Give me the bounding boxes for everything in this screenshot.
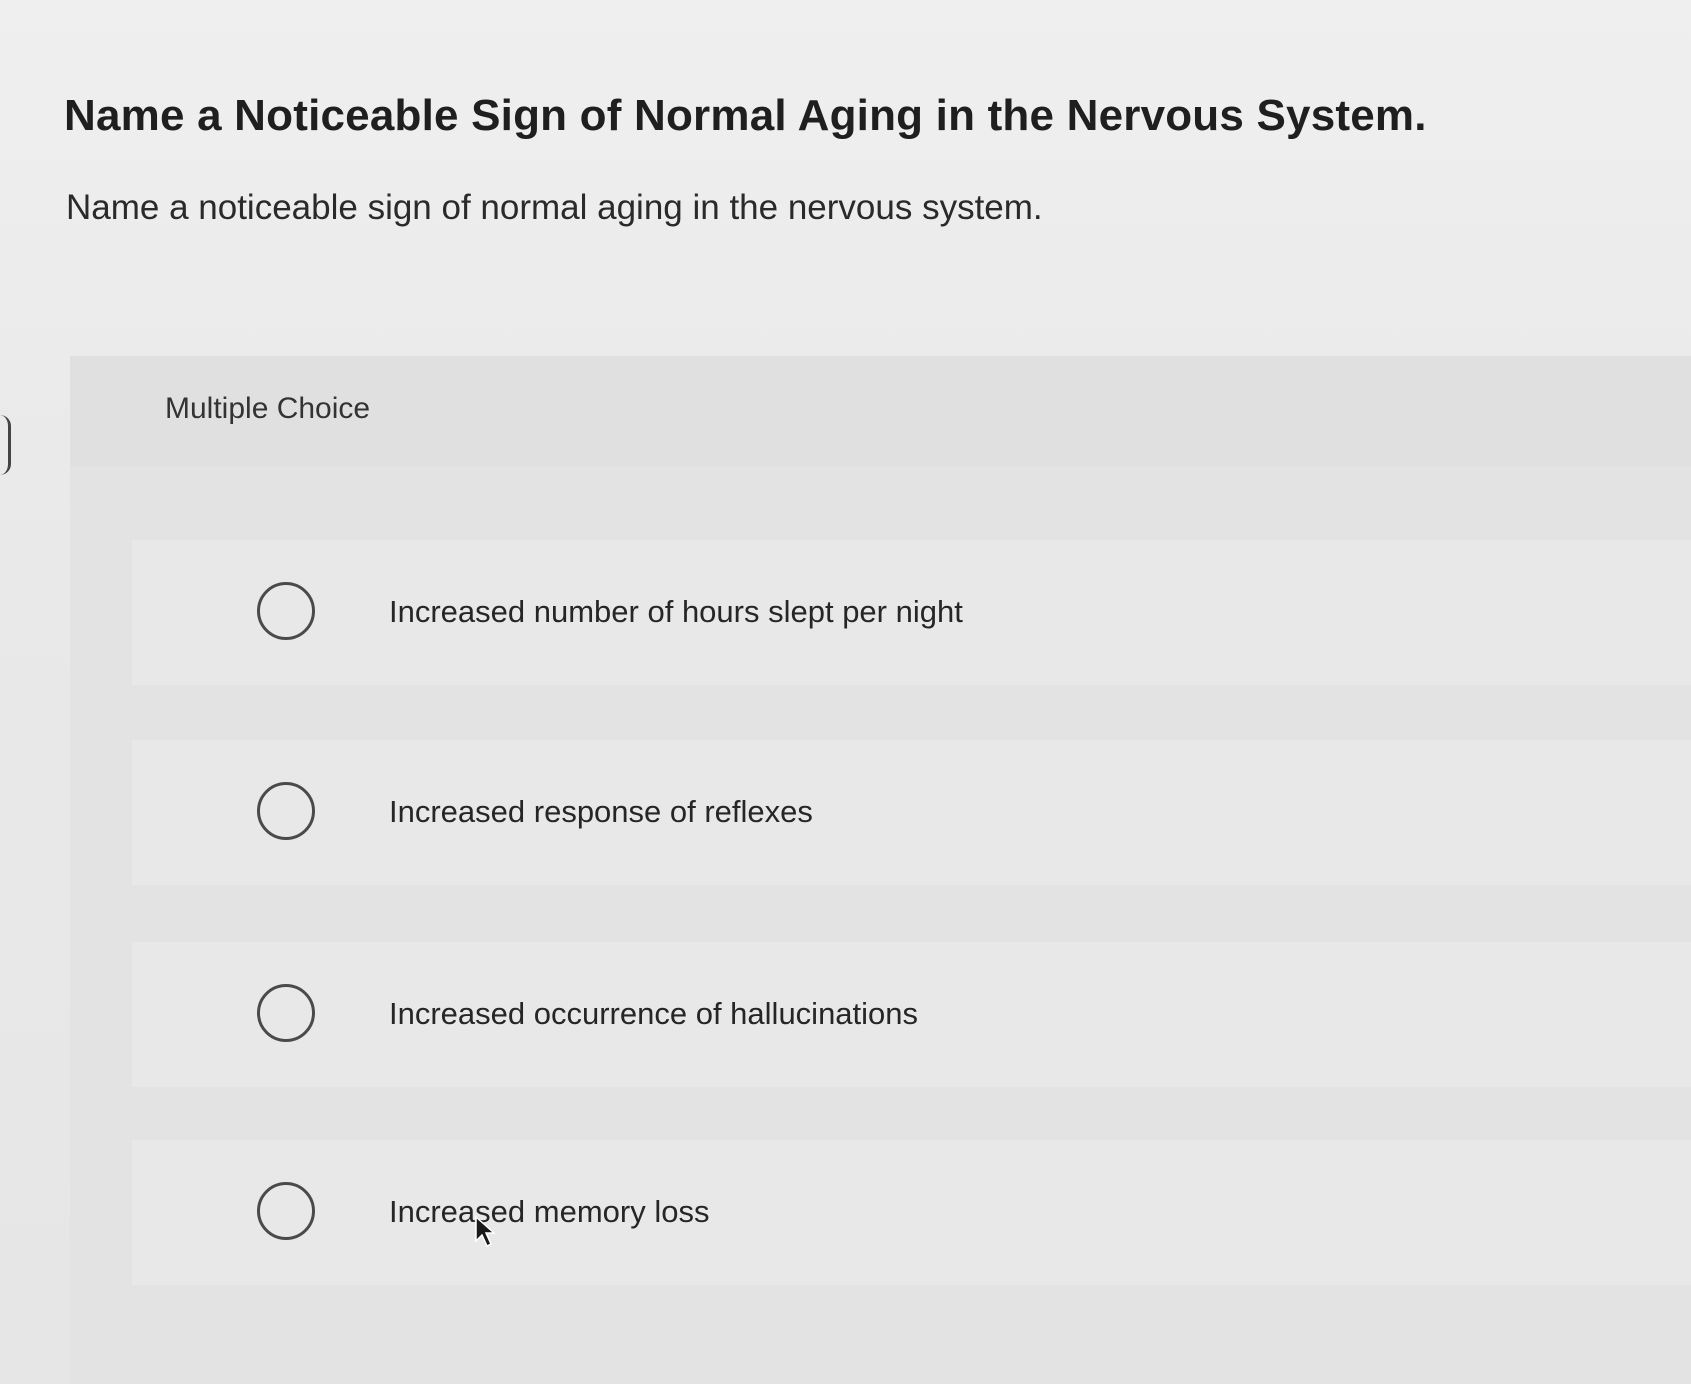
multiple-choice-panel: Multiple Choice Increased number of hour…	[70, 356, 1691, 1384]
radio-unchecked-icon[interactable]	[257, 782, 315, 840]
radio-unchecked-icon[interactable]	[257, 984, 315, 1042]
answer-option-label: Increased memory loss	[389, 1194, 710, 1229]
left-edge-tab	[0, 415, 11, 475]
answer-option-label: Increased response of reflexes	[389, 794, 813, 829]
answer-option-3[interactable]: Increased occurrence of hallucinations	[132, 942, 1691, 1087]
radio-unchecked-icon[interactable]	[257, 1182, 315, 1240]
answer-option-4[interactable]: Increased memory loss	[132, 1140, 1691, 1285]
question-prompt: Name a noticeable sign of normal aging i…	[66, 188, 1043, 227]
answer-option-2[interactable]: Increased response of reflexes	[132, 740, 1691, 885]
multiple-choice-header: Multiple Choice	[70, 356, 1691, 466]
answer-option-label: Increased occurrence of hallucinations	[389, 996, 919, 1031]
radio-unchecked-icon[interactable]	[257, 582, 315, 640]
question-title: Name a Noticeable Sign of Normal Aging i…	[64, 91, 1427, 141]
answer-option-label: Increased number of hours slept per nigh…	[389, 594, 963, 629]
multiple-choice-label: Multiple Choice	[165, 392, 371, 425]
quiz-page: Name a Noticeable Sign of Normal Aging i…	[0, 0, 1691, 1384]
answer-option-1[interactable]: Increased number of hours slept per nigh…	[132, 540, 1691, 685]
